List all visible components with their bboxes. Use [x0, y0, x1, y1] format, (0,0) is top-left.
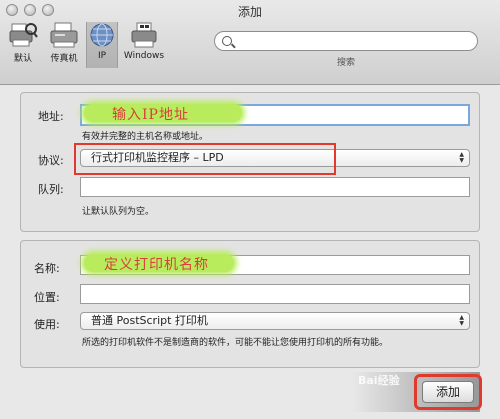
- toolbar-windows-label: Windows: [123, 51, 165, 61]
- fax-icon: [49, 22, 79, 48]
- name-annotation: 定义打印机名称: [104, 257, 209, 273]
- updown-arrows-icon: ▲ ▼: [459, 314, 464, 327]
- default-printer-icon: [8, 22, 38, 48]
- window-title: 添加: [237, 5, 262, 19]
- address-annotation: 输入IP地址: [112, 107, 189, 123]
- window-toolbar: 添加 默认 传真机 IP Windows 搜索: [0, 0, 500, 85]
- location-field[interactable]: [80, 284, 470, 304]
- queue-field[interactable]: [80, 177, 470, 197]
- watermark: Bai经验: [358, 374, 400, 387]
- protocol-label: 协议:: [38, 154, 64, 167]
- search-icon: [222, 36, 232, 46]
- protocol-annotation-box: [74, 143, 336, 175]
- updown-arrows-icon: ▲ ▼: [459, 151, 464, 164]
- use-label: 使用:: [34, 318, 60, 331]
- add-printer-window: 添加 默认 传真机 IP Windows 搜索 地址: 输入IP地址 有效并完整…: [0, 0, 500, 419]
- toolbar-default-label: 默认: [13, 54, 32, 64]
- use-hint: 所选的打印机软件不是制造商的软件，可能不能让您使用打印机的所有功能。: [82, 338, 389, 348]
- use-popup[interactable]: 普通 PostScript 打印机 ▲ ▼: [80, 312, 470, 330]
- use-value: 普通 PostScript 打印机: [91, 314, 208, 327]
- search-label: 搜索: [336, 58, 355, 68]
- address-hint: 有效并完整的主机名称或地址。: [82, 132, 209, 142]
- add-annotation-box: [414, 374, 482, 410]
- location-label: 位置:: [34, 291, 60, 304]
- globe-icon: [87, 22, 117, 48]
- toolbar-fax-label: 传真机: [50, 54, 78, 64]
- search-field[interactable]: [214, 31, 478, 51]
- address-label: 地址:: [38, 110, 64, 123]
- toolbar-fax[interactable]: 传真机: [46, 22, 82, 68]
- toolbar-windows[interactable]: Windows: [120, 22, 168, 68]
- windows-printer-icon: [129, 22, 159, 48]
- name-label: 名称:: [34, 262, 60, 275]
- toolbar-ip-label: IP: [97, 51, 107, 61]
- search-input[interactable]: [235, 33, 475, 49]
- queue-hint: 让默认队列为空。: [82, 207, 155, 217]
- toolbar-default[interactable]: 默认: [6, 22, 40, 68]
- queue-label: 队列:: [38, 183, 64, 196]
- toolbar-ip[interactable]: IP: [86, 22, 118, 68]
